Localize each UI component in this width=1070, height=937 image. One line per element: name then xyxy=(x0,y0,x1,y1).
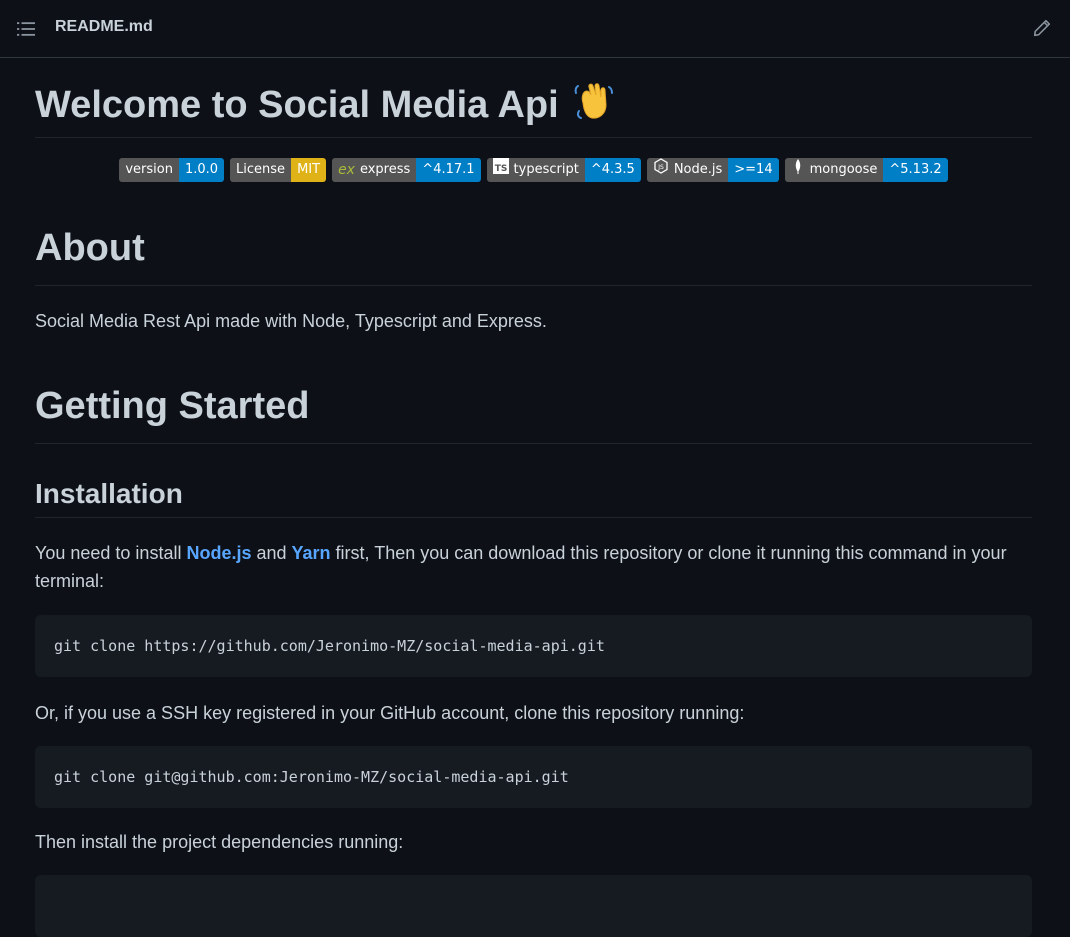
getting-started-heading: Getting Started xyxy=(35,367,1032,444)
svg-text:JS: JS xyxy=(657,164,664,171)
waving-hand-icon xyxy=(573,81,615,131)
readme-title: Welcome to Social Media Api xyxy=(35,59,1032,138)
table-of-contents-icon[interactable] xyxy=(17,20,35,38)
badge-row: version 1.0.0 License MIT ex express ^4.1… xyxy=(35,138,1032,208)
code-block-ssh-clone[interactable]: git clone git@github.com:Jeronimo-MZ/soc… xyxy=(35,746,1032,808)
file-name: README.md xyxy=(55,18,153,35)
nodejs-logo-icon: JS xyxy=(653,158,669,182)
mongodb-leaf-icon xyxy=(791,158,805,182)
file-header: README.md xyxy=(0,0,1070,58)
install-instructions: You need to install Node.js and Yarn fir… xyxy=(35,543,1007,591)
badge-license[interactable]: License MIT xyxy=(230,158,327,182)
installation-heading: Installation xyxy=(35,444,1032,518)
typescript-logo-icon: TS xyxy=(492,158,509,182)
express-logo-icon: ex xyxy=(338,162,355,178)
code-block-install-deps[interactable] xyxy=(35,875,1032,937)
dependencies-instructions: Then install the project dependencies ru… xyxy=(35,832,404,852)
readme-content: Welcome to Social Media Api version 1.0.… xyxy=(35,59,1032,937)
yarn-link[interactable]: Yarn xyxy=(292,543,331,563)
badge-express[interactable]: ex express ^4.17.1 xyxy=(332,158,481,182)
badge-typescript[interactable]: TS typescript ^4.3.5 xyxy=(486,158,641,182)
nodejs-link[interactable]: Node.js xyxy=(186,543,251,563)
badge-nodejs[interactable]: JS Node.js >=14 xyxy=(646,158,779,182)
about-text: Social Media Rest Api made with Node, Ty… xyxy=(35,311,547,331)
svg-text:TS: TS xyxy=(494,164,507,174)
code-ssh-clone: git clone git@github.com:Jeronimo-MZ/soc… xyxy=(54,768,569,786)
badge-mongoose[interactable]: mongoose ^5.13.2 xyxy=(784,158,948,182)
badge-version[interactable]: version 1.0.0 xyxy=(119,158,225,182)
edit-pencil-icon[interactable] xyxy=(1033,19,1051,37)
about-heading: About xyxy=(35,208,1032,286)
code-https-clone: git clone https://github.com/Jeronimo-MZ… xyxy=(54,637,605,655)
code-block-https-clone[interactable]: git clone https://github.com/Jeronimo-MZ… xyxy=(35,615,1032,677)
ssh-instructions: Or, if you use a SSH key registered in y… xyxy=(35,703,745,723)
